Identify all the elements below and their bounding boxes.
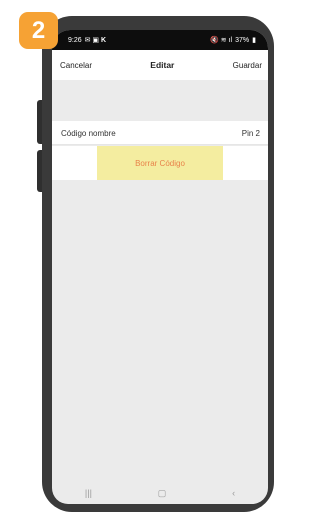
phone-screen: 9:26 ✉ ▣ K 🔇 ≋ ıl 37% ▮ Cancelar Editar … (52, 30, 268, 504)
step-number-badge: 2 (19, 12, 58, 49)
page-title: Editar (150, 60, 175, 70)
home-icon[interactable]: ▢ (158, 488, 167, 499)
battery-level: 37% (235, 36, 250, 44)
android-navigation-bar: ||| ▢ ‹ (52, 482, 268, 504)
cancel-button[interactable]: Cancelar (60, 61, 92, 70)
code-name-label: Código nombre (61, 128, 116, 138)
code-name-value[interactable]: Pin 2 (242, 129, 260, 138)
navigation-bar: Cancelar Editar Guardar (52, 50, 268, 80)
delete-code-button[interactable]: Borrar Código (97, 146, 223, 180)
signal-icons: 🔇 ≋ ıl (210, 37, 233, 44)
code-name-row[interactable]: Código nombre Pin 2 (52, 121, 268, 145)
notification-icons: ✉ ▣ K (84, 37, 107, 44)
status-bar: 9:26 ✉ ▣ K 🔇 ≋ ıl 37% ▮ (52, 30, 268, 50)
status-time: 9:26 (68, 36, 82, 44)
recent-apps-icon[interactable]: ||| (85, 488, 92, 498)
battery-icon: ▮ (252, 37, 256, 44)
row-divider (52, 144, 268, 145)
back-icon[interactable]: ‹ (232, 488, 235, 498)
save-button[interactable]: Guardar (233, 61, 262, 70)
delete-row: Borrar Código (52, 146, 268, 180)
